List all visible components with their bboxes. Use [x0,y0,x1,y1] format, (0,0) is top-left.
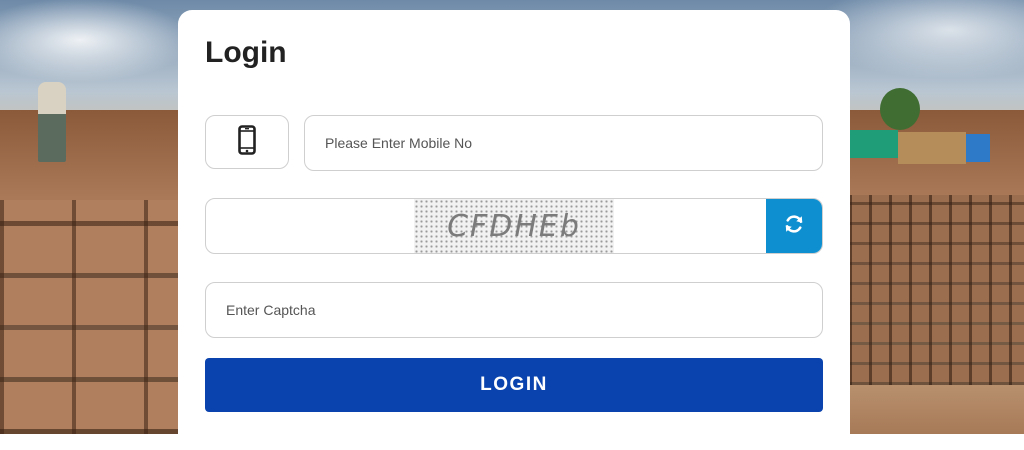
login-button[interactable]: LOGIN [205,358,823,412]
mobile-icon-box [205,115,289,169]
refresh-icon [783,213,805,240]
blue-tarp-hut [966,134,990,162]
worker-figure [38,82,66,162]
captcha-text: CFDHEb [447,208,581,244]
captcha-input[interactable] [205,282,823,338]
tree [880,88,920,130]
mobile-phone-icon [238,124,256,160]
captcha-container: CFDHEb [205,198,823,254]
captcha-image: CFDHEb [414,199,614,253]
thatched-hut [898,132,966,164]
mobile-number-input[interactable] [304,115,823,171]
brick-stack-right [849,195,1024,385]
green-tarp-hut [850,130,898,158]
brick-stack-left [0,200,180,434]
login-title: Login [205,36,287,69]
refresh-captcha-button[interactable] [766,199,822,253]
login-card: Login CFDHEb [178,10,850,450]
